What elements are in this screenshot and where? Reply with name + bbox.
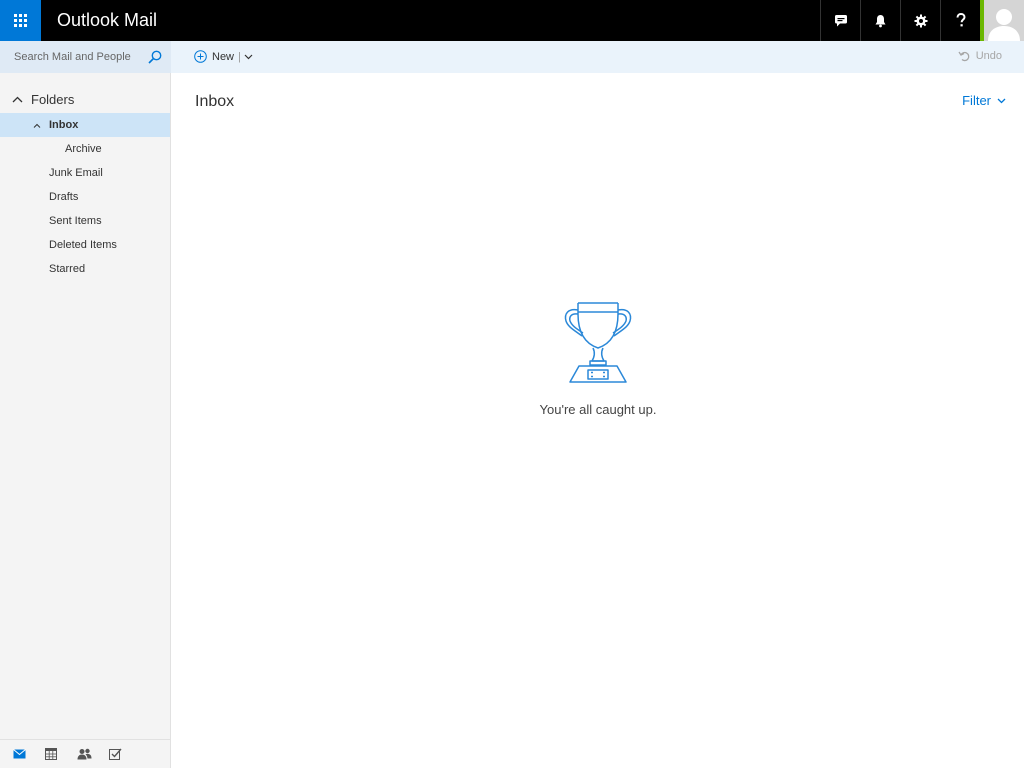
search-box (0, 41, 171, 73)
tasks-module-button[interactable] (109, 740, 141, 768)
undo-label: Undo (975, 50, 1002, 62)
folder-pane: Folders Inbox Archive Junk Email Drafts … (0, 73, 171, 768)
account-avatar[interactable] (980, 0, 1024, 41)
chevron-up-icon (33, 123, 41, 128)
chevron-down-icon (997, 98, 1006, 103)
empty-state: You're all caught up. (172, 300, 1024, 417)
mail-icon (13, 749, 26, 759)
app-launcher-icon (14, 14, 27, 27)
gear-icon (914, 14, 927, 27)
folders-header[interactable]: Folders (12, 92, 74, 107)
folder-label: Starred (49, 263, 86, 275)
tasks-icon (109, 748, 122, 760)
module-switcher (0, 739, 170, 768)
new-button-label: New (212, 50, 235, 63)
new-message-button[interactable]: New | (194, 50, 253, 63)
people-module-button[interactable] (77, 740, 109, 768)
folder-label: Deleted Items (49, 239, 117, 251)
folder-item-starred[interactable]: Starred (0, 257, 170, 281)
avatar-icon (988, 9, 1020, 41)
empty-state-message: You're all caught up. (539, 402, 657, 417)
filter-button[interactable]: Filter (962, 93, 1006, 108)
message-list-pane: Inbox Filter You're all caught up. (172, 73, 1024, 768)
calendar-icon (45, 748, 57, 760)
plus-circle-icon (194, 50, 207, 63)
help-icon (956, 13, 966, 27)
undo-icon (958, 51, 970, 62)
folder-item-inbox[interactable]: Inbox (0, 113, 170, 137)
calendar-module-button[interactable] (45, 740, 77, 768)
people-icon (77, 748, 92, 760)
help-button[interactable] (940, 0, 980, 41)
folder-item-archive[interactable]: Archive (0, 137, 170, 161)
top-bar: Outlook Mail (0, 0, 1024, 41)
trophy-icon (564, 302, 632, 383)
chevron-down-icon[interactable] (244, 54, 253, 60)
settings-button[interactable] (900, 0, 940, 41)
folder-list: Inbox Archive Junk Email Drafts Sent Ite… (0, 113, 170, 281)
search-icon[interactable] (148, 50, 162, 64)
folder-item-junk-email[interactable]: Junk Email (0, 161, 170, 185)
folder-item-deleted-items[interactable]: Deleted Items (0, 233, 170, 257)
app-title: Outlook Mail (57, 10, 158, 30)
chevron-up-icon (12, 96, 23, 103)
collapse-caret[interactable] (33, 123, 49, 128)
folder-item-sent-items[interactable]: Sent Items (0, 209, 170, 233)
search-input[interactable] (14, 51, 144, 63)
folders-label: Folders (31, 92, 75, 107)
folder-label: Drafts (49, 191, 79, 203)
folder-label: Sent Items (49, 215, 102, 227)
app-launcher-button[interactable] (0, 0, 41, 41)
filter-label: Filter (962, 93, 991, 108)
folder-label: Junk Email (49, 167, 103, 179)
folder-item-drafts[interactable]: Drafts (0, 185, 170, 209)
new-button-separator: | (238, 50, 241, 63)
undo-button[interactable]: Undo (958, 50, 1002, 62)
chat-button[interactable] (820, 0, 860, 41)
command-bar: New | Undo (0, 41, 1024, 73)
folder-label: Archive (65, 143, 102, 155)
folder-label: Inbox (49, 119, 79, 131)
page-title: Inbox (195, 93, 235, 110)
mail-module-button[interactable] (13, 740, 45, 768)
notifications-button[interactable] (860, 0, 900, 41)
bell-icon (875, 14, 886, 27)
chat-icon (834, 14, 847, 26)
